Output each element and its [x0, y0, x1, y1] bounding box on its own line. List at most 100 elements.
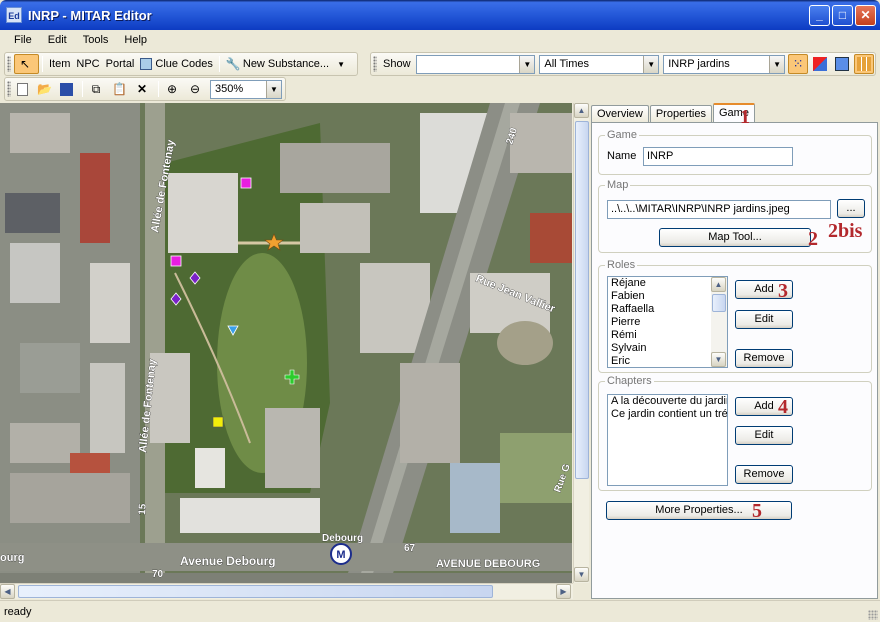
new-file-button[interactable]: [14, 79, 34, 99]
chapters-group: Chapters A la découverte du jardin Ce ja…: [598, 375, 872, 491]
zoom-out-button[interactable]: ⊖: [185, 79, 208, 99]
resize-grip-icon[interactable]: [868, 610, 878, 620]
edit-role-button[interactable]: Edit: [735, 310, 793, 329]
scroll-up-arrow-icon[interactable]: ▲: [711, 277, 726, 292]
close-button[interactable]: ✕: [855, 5, 876, 26]
chapters-list[interactable]: A la découverte du jardin Ce jardin cont…: [607, 394, 728, 486]
scroll-thumb[interactable]: [712, 294, 726, 312]
browse-map-button[interactable]: ...: [837, 199, 865, 218]
remove-chapter-button[interactable]: Remove: [735, 465, 793, 484]
portal-tool-button[interactable]: Portal: [103, 54, 138, 74]
list-item[interactable]: A la découverte du jardin: [608, 395, 727, 408]
paste-button[interactable]: 📋: [109, 79, 132, 99]
roles-list-scrollbar[interactable]: ▲ ▼: [711, 277, 727, 367]
road-number-70: 70: [152, 569, 164, 580]
cursor-arrow-icon: ↖: [19, 57, 31, 71]
red-area-toggle[interactable]: [810, 54, 830, 74]
magenta-square-marker[interactable]: [170, 255, 182, 267]
map-tool-button[interactable]: Map Tool...: [659, 228, 811, 247]
zoom-in-icon: ⊕: [166, 82, 178, 96]
menu-help[interactable]: Help: [116, 34, 155, 46]
road-number-15: 15: [137, 503, 149, 515]
annotation-1: 1: [740, 106, 750, 128]
list-item[interactable]: Eric: [608, 355, 727, 367]
tab-overview[interactable]: Overview: [591, 105, 649, 123]
list-item[interactable]: Pierre: [608, 316, 727, 329]
minimize-button[interactable]: _: [809, 5, 830, 26]
menu-edit[interactable]: Edit: [40, 34, 75, 46]
menu-bar: File Edit Tools Help: [0, 30, 880, 50]
edit-chapter-button[interactable]: Edit: [735, 426, 793, 445]
menu-file[interactable]: File: [0, 34, 40, 46]
tools-toolbar: ↖ Item NPC Portal Clue Codes 🔧 New Substa…: [4, 52, 358, 76]
app-icon: Ed: [6, 7, 22, 23]
list-item[interactable]: Sylvain: [608, 342, 727, 355]
blue-grid-toggle[interactable]: [832, 54, 852, 74]
orange-grid-toggle[interactable]: [854, 54, 875, 74]
red-area-icon: [813, 57, 828, 71]
pointer-tool-button[interactable]: ↖: [14, 54, 39, 74]
map-canvas[interactable]: Allée de Fontenay Allée de Fontenay Rue …: [0, 103, 572, 583]
scroll-down-arrow-icon[interactable]: ▼: [574, 567, 589, 582]
scroll-down-arrow-icon[interactable]: ▼: [711, 352, 726, 367]
blue-grid-icon: [835, 57, 850, 71]
orange-grid-icon: [857, 57, 872, 71]
scroll-right-arrow-icon[interactable]: ▶: [556, 584, 571, 599]
maximize-button[interactable]: □: [832, 5, 853, 26]
filter-toolbar: Show ▼ All Times ▼ INRP jardins ▼ ⁙: [370, 52, 876, 76]
window-title: INRP - MITAR Editor: [28, 7, 152, 23]
metro-marker[interactable]: M: [330, 543, 352, 565]
times-select[interactable]: All Times ▼: [539, 54, 660, 74]
zoom-select[interactable]: 350% ▼: [210, 79, 282, 99]
list-item[interactable]: Raffaella: [608, 303, 727, 316]
chapters-group-legend: Chapters: [605, 375, 654, 387]
map-vertical-scrollbar[interactable]: ▲ ▼: [573, 103, 589, 583]
map-path-field[interactable]: ..\..\..\MITAR\INRP\INRP jardins.jpeg: [607, 200, 831, 219]
zoom-in-button[interactable]: ⊕: [162, 79, 185, 99]
npc-tool-button[interactable]: NPC: [73, 54, 102, 74]
scroll-thumb[interactable]: [18, 585, 493, 598]
item-tool-button[interactable]: Item: [46, 54, 73, 74]
scroll-thumb[interactable]: [575, 121, 589, 479]
remove-role-button[interactable]: Remove: [735, 349, 793, 368]
folder-icon: 📂: [37, 82, 52, 96]
scroll-up-arrow-icon[interactable]: ▲: [574, 103, 589, 118]
zoom-out-icon: ⊖: [189, 82, 201, 96]
new-substance-button[interactable]: 🔧 New Substance... ▼: [223, 54, 348, 74]
game-tab-page: Game Name INRP Map ..\..\..\MITAR\INRP\I…: [591, 107, 878, 599]
magenta-square-marker[interactable]: [240, 177, 252, 189]
list-item[interactable]: Fabien: [608, 290, 727, 303]
metro-icon: M: [336, 549, 345, 561]
menu-tools[interactable]: Tools: [75, 34, 117, 46]
game-name-field[interactable]: INRP: [643, 147, 793, 166]
toolbar-grip[interactable]: [7, 56, 11, 72]
delete-button[interactable]: ✕: [132, 79, 155, 99]
toolbar-grip[interactable]: [373, 56, 377, 72]
status-bar: ready: [0, 600, 880, 622]
copy-button[interactable]: ⧉: [86, 79, 109, 99]
show-select[interactable]: ▼: [415, 54, 536, 74]
dots-grid-toggle[interactable]: ⁙: [788, 54, 809, 74]
list-item[interactable]: Rémi: [608, 329, 727, 342]
more-properties-button[interactable]: More Properties...: [606, 501, 792, 520]
street-label-avenue-debourg: Avenue Debourg: [180, 554, 276, 568]
map-select[interactable]: INRP jardins ▼: [663, 54, 786, 74]
list-item[interactable]: Réjane: [608, 277, 727, 290]
x-delete-icon: ✕: [136, 82, 148, 96]
open-folder-button[interactable]: 📂: [34, 79, 57, 99]
map-horizontal-scrollbar[interactable]: ◀ ▶: [0, 583, 573, 599]
floppy-disk-icon: [60, 82, 73, 96]
tab-properties[interactable]: Properties: [649, 105, 712, 123]
street-label-edge-left: ourg: [0, 552, 24, 564]
chevron-down-icon: ▼: [769, 55, 785, 73]
scroll-left-arrow-icon[interactable]: ◀: [0, 584, 15, 599]
toolbar-grip[interactable]: [7, 81, 11, 97]
map-group: Map ..\..\..\MITAR\INRP\INRP jardins.jpe…: [598, 179, 872, 253]
title-bar: Ed INRP - MITAR Editor _ □ ✕: [0, 0, 880, 30]
save-button[interactable]: [57, 79, 79, 99]
roles-list[interactable]: Réjane Fabien Raffaella Pierre Rémi Sylv…: [607, 276, 728, 368]
clue-codes-button[interactable]: Clue Codes: [137, 54, 215, 74]
annotation-2: 2: [808, 228, 818, 250]
list-item[interactable]: Ce jardin contient un trés: [608, 408, 727, 421]
yellow-square-marker[interactable]: [212, 416, 224, 428]
